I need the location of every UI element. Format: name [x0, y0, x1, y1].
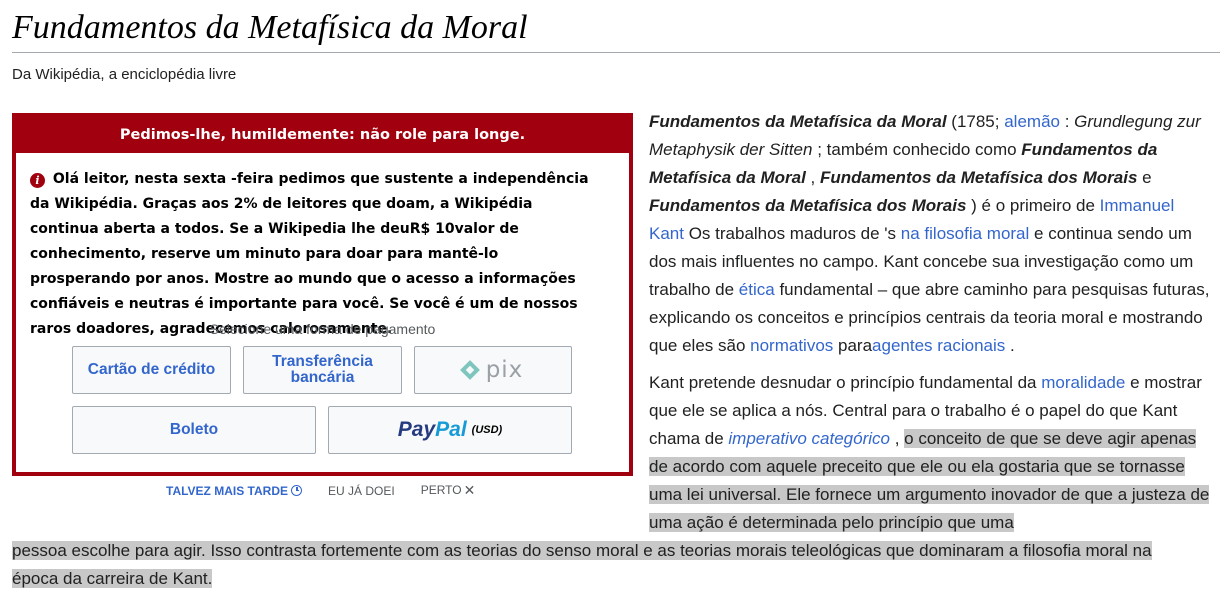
bank-transfer-label: Transferência bancária	[272, 353, 373, 386]
already-donated-link[interactable]: EU JÁ DOEI	[328, 484, 395, 498]
article-paragraph-2-continued: pessoa escolhe para agir. Isso contrasta…	[12, 537, 1202, 593]
text-run: Os trabalhos maduros de 's	[683, 224, 901, 243]
text-run: :	[1059, 112, 1075, 131]
link-etica[interactable]: ética	[739, 280, 775, 299]
article-body: Fundamentos da Metafísica da Moral (1785…	[649, 108, 1211, 537]
text-run: .	[1005, 336, 1015, 355]
banner-message-text: Olá leitor, nesta sexta -feira pedimos q…	[30, 171, 589, 337]
info-icon: i	[30, 173, 45, 188]
paypal-logo-part1: Pay	[397, 418, 436, 441]
credit-card-button[interactable]: Cartão de crédito	[72, 346, 231, 394]
paypal-logo: PayPal	[398, 419, 467, 440]
highlighted-selection-continued: pessoa escolhe para agir. Isso contrasta…	[12, 541, 1152, 588]
article-paragraph-2: Kant pretende desnudar o princípio funda…	[649, 369, 1211, 537]
link-agentes-racionais[interactable]: agentes racionais	[872, 336, 1005, 355]
close-icon: ✕	[463, 482, 476, 498]
text-run: e	[1137, 168, 1152, 187]
page-tagline: Da Wikipédia, a enciclopédia livre	[12, 66, 237, 83]
pix-icon	[459, 360, 480, 380]
link-moralidade[interactable]: moralidade	[1041, 373, 1125, 392]
link-normativos[interactable]: normativos	[750, 336, 833, 355]
article-bold-title: Fundamentos da Metafísica da Moral	[649, 112, 947, 131]
banner-message: i Olá leitor, nesta sexta -feira pedimos…	[30, 167, 600, 342]
boleto-label: Boleto	[169, 421, 219, 438]
banner-links: TALVEZ MAIS TARDE EU JÁ DOEI PERTO ✕	[166, 482, 475, 499]
paypal-logo-part2: Pal	[435, 418, 467, 441]
text-run: (1785;	[946, 112, 1005, 131]
text-run: para	[833, 336, 873, 355]
pix-button[interactable]: pix	[414, 346, 572, 394]
clock-icon	[291, 484, 302, 496]
maybe-later-link[interactable]: TALVEZ MAIS TARDE	[166, 484, 302, 498]
page-title: Fundamentos da Metafísica da Moral	[12, 9, 528, 46]
text-run: Kant pretende desnudar o princípio funda…	[649, 373, 1042, 392]
link-filosofia-moral[interactable]: na filosofia moral	[901, 224, 1030, 243]
title-divider	[12, 52, 1220, 53]
credit-card-label: Cartão de crédito	[87, 361, 216, 378]
boleto-button[interactable]: Boleto	[72, 406, 316, 454]
text-run: ) é o primeiro de	[966, 196, 1100, 215]
close-banner-link[interactable]: PERTO ✕	[421, 482, 476, 499]
donation-banner: Pedimos-lhe, humildemente: não role para…	[12, 113, 633, 476]
text-run: ,	[805, 168, 820, 187]
article-paragraph-1: Fundamentos da Metafísica da Moral (1785…	[649, 108, 1211, 360]
pix-logo: pix	[485, 357, 524, 383]
close-label: PERTO	[420, 483, 462, 497]
maybe-later-label: TALVEZ MAIS TARDE	[166, 483, 288, 498]
paypal-currency: (USD)	[471, 424, 503, 436]
text-run: ; também conhecido como	[812, 140, 1022, 159]
alt-title-2: Fundamentos da Metafísica dos Morais	[820, 168, 1138, 187]
link-imperativo-categorico[interactable]: imperativo categórico	[728, 429, 890, 448]
alt-title-3: Fundamentos da Metafísica dos Morais	[649, 196, 967, 215]
bank-transfer-button[interactable]: Transferência bancária	[243, 346, 402, 394]
payment-select-label: Selecione uma forma de pagamento	[209, 321, 436, 337]
banner-header: Pedimos-lhe, humildemente: não role para…	[16, 117, 629, 153]
text-run: ,	[889, 429, 905, 448]
paypal-button[interactable]: PayPal (USD)	[328, 406, 572, 454]
link-alemao[interactable]: alemão	[1004, 112, 1060, 131]
